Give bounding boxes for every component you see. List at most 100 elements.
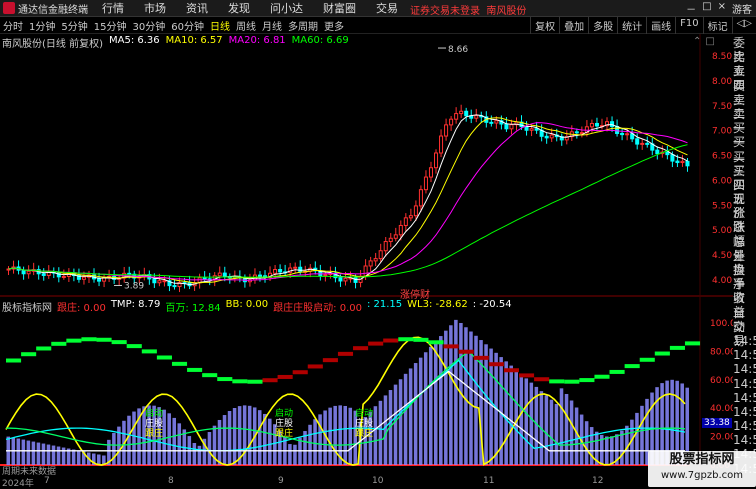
side-panel-label: 买四 (733, 163, 746, 192)
price-axis-label: 4.00 (712, 276, 732, 286)
indicator-block (413, 337, 429, 342)
candle-body (293, 266, 298, 269)
candle-body (222, 272, 227, 278)
tool-draw[interactable]: 画线 (646, 17, 675, 34)
candle-body (625, 133, 630, 136)
period-more[interactable]: 更多 (321, 18, 347, 33)
indicator-bar (71, 449, 76, 465)
price-axis-label: 7.50 (712, 102, 732, 112)
indicator-bar (484, 344, 488, 465)
indicator-header: 股标指标网 跟庄: 0.00 TMP: 8.79 百万: 12.84 BB: 0… (2, 299, 512, 314)
tool-f10[interactable]: F10 (675, 17, 702, 34)
candle-body (655, 149, 660, 155)
side-panel-label: 14:5 (733, 419, 756, 434)
candle-body (343, 277, 348, 282)
menu-discover[interactable]: 发现 (228, 0, 250, 16)
period-60min[interactable]: 60分钟 (168, 18, 207, 33)
candle-body (278, 269, 283, 273)
menu-wealth[interactable]: 财富圈 (323, 0, 356, 16)
side-panel-label: 卖二 (733, 92, 746, 121)
indicator-bar (348, 407, 353, 465)
minimize-icon[interactable]: － (686, 1, 696, 16)
period-week[interactable]: 周线 (233, 18, 259, 33)
ma60-line (8, 144, 688, 278)
candle-body (504, 123, 509, 130)
candle-body (635, 138, 640, 145)
indicator-block (202, 373, 218, 378)
side-panel-label: 买一 (733, 121, 746, 150)
ind-wl3: WL3: -28.62 (407, 299, 468, 310)
candle-body (152, 278, 157, 284)
candle-body (363, 265, 368, 277)
menu-news[interactable]: 资讯 (186, 0, 208, 16)
price-axis-label: 8.00 (712, 77, 732, 87)
candle-body (398, 224, 403, 236)
period-5min[interactable]: 5分钟 (58, 18, 90, 33)
indicator-block (6, 358, 22, 363)
candle-body (257, 274, 262, 277)
period-multi[interactable]: 多周期 (285, 18, 321, 33)
tool-mark[interactable]: 标记 (702, 17, 732, 34)
chart-tools: 复权 叠加 多股 统计 画线 F10 标记 ◁▷ (530, 17, 756, 34)
menu-trade[interactable]: 交易 (376, 0, 398, 16)
period-tick[interactable]: 分时 (0, 18, 26, 33)
indicator-bar (36, 442, 41, 465)
indicator-axis-label: 100.0 (710, 319, 733, 329)
indicator-bar (514, 369, 518, 465)
menu-ask[interactable]: 问小达 (270, 0, 303, 16)
candle-body (454, 113, 459, 120)
period-15min[interactable]: 15分钟 (91, 18, 130, 33)
indicator-bar (378, 400, 383, 465)
tool-adjust[interactable]: 复权 (530, 17, 559, 34)
period-1min[interactable]: 1分钟 (26, 18, 58, 33)
indicator-bar (454, 319, 458, 465)
indicator-block (534, 377, 550, 382)
indicator-bar (439, 336, 443, 465)
ind-follow-label: 跟庄: 0.00 (57, 303, 106, 314)
indicator-bar (127, 415, 131, 465)
indicator-bar (56, 446, 61, 465)
candle-body (338, 277, 343, 282)
period-day[interactable]: 日线 (207, 18, 233, 33)
indicator-block (337, 351, 354, 356)
indicator-block (353, 346, 369, 351)
menu-market2[interactable]: 市场 (144, 0, 166, 16)
period-30min[interactable]: 30分钟 (129, 18, 168, 33)
tool-arrows[interactable]: ◁▷ (731, 17, 756, 34)
candle-body (162, 280, 167, 283)
tool-overlay[interactable]: 叠加 (559, 17, 588, 34)
indicator-bar (569, 400, 574, 465)
indicator-block (171, 361, 188, 366)
side-panel-label: 14:5 (733, 333, 756, 348)
ind-v2: : -20.54 (472, 299, 512, 310)
tool-stats[interactable]: 统计 (617, 17, 646, 34)
indicator-bar (293, 444, 297, 465)
indicator-block (96, 337, 112, 342)
period-month[interactable]: 月线 (259, 18, 285, 33)
side-panel-label: 涨幅 (733, 220, 746, 249)
indicator-block (639, 357, 655, 362)
side-panel-label: 卖一 (733, 106, 746, 135)
side-panel-label: 涨跌 (733, 206, 746, 235)
indicator-bar (413, 363, 418, 465)
guest-label[interactable]: 游客 (732, 1, 752, 16)
indicator-block (217, 377, 233, 382)
tool-multi[interactable]: 多股 (588, 17, 617, 34)
indicator-block (624, 364, 640, 369)
trade-login-warning[interactable]: 证券交易未登录 南风股份 (410, 2, 526, 17)
side-panel-label: 卖五 (733, 50, 746, 79)
indicator-block (488, 362, 504, 367)
candle-body (449, 118, 454, 126)
candle-body (298, 266, 303, 272)
indicator-bar (172, 417, 176, 465)
menu-market[interactable]: 行情 (102, 0, 124, 16)
indicator-bar (589, 427, 594, 465)
candle-body (408, 215, 413, 219)
maximize-icon[interactable]: □ (702, 1, 711, 16)
candle-body (323, 274, 328, 277)
indicator-bar (268, 418, 272, 465)
close-icon[interactable]: × (718, 1, 726, 16)
indicator-block (398, 337, 414, 342)
indicator-block (503, 368, 519, 373)
indicator-bar (76, 450, 81, 465)
